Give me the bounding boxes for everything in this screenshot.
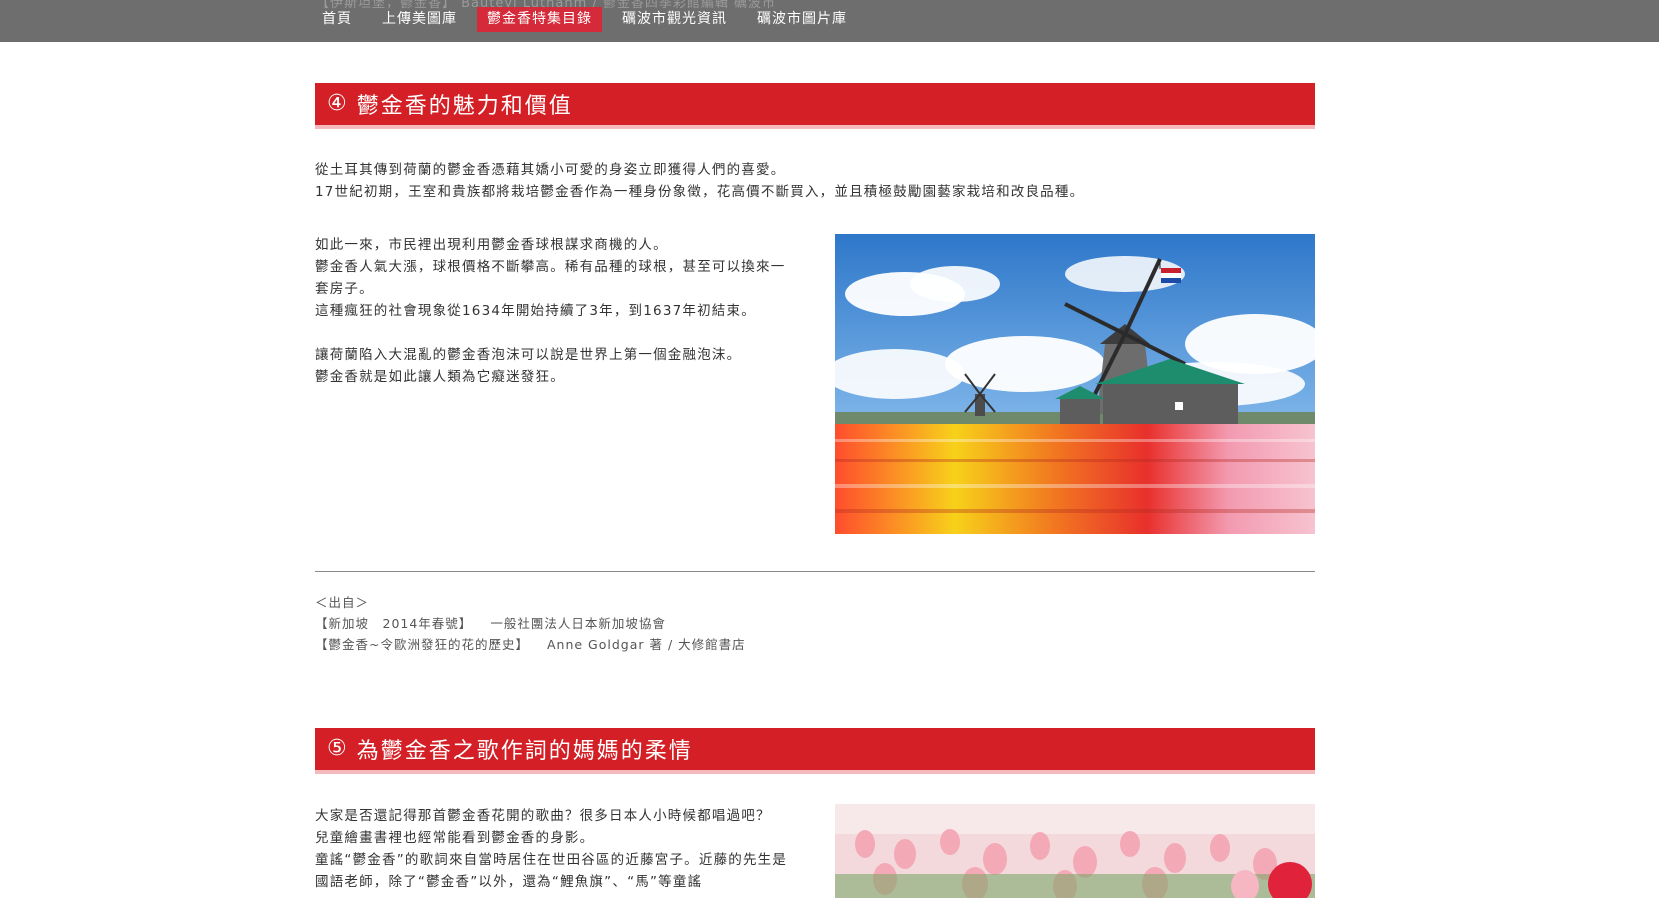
section-number: ④ <box>327 91 347 116</box>
nav-item-tulip-feature-index[interactable]: 鬱金香特集目錄 <box>477 7 602 32</box>
source-book: 【新加坡 2014年春號】 <box>315 616 473 631</box>
paragraph-line: 17世紀初期，王室和貴族都將栽培鬱金香作為一種身份象徵，花高價不斷買入，並且積極… <box>315 184 1085 200</box>
section-5-body: 大家是否還記得那首鬱金香花開的歌曲？很多日本人小時候都唱過吧？ 兒童繪畫書裡也經… <box>315 805 790 893</box>
nav-item-photo-library[interactable]: 礪波市圖片庫 <box>747 7 857 32</box>
section-title: 鬱金香的魅力和價值 <box>356 94 573 119</box>
section-title: 為鬱金香之歌作詞的媽媽的柔情 <box>356 739 693 764</box>
source-publisher: 一般社團法人日本新加坡協會 <box>490 616 666 631</box>
paragraph-line: 兒童繪畫書裡也經常能看到鬱金香的身影。 <box>315 830 595 846</box>
nav-item-tourism-info[interactable]: 礪波市觀光資訊 <box>612 7 737 32</box>
source-book: 【鬱金香~令歐洲發狂的花的歷史】 <box>315 637 529 652</box>
main-nav: 首頁 上傳美圖庫 鬱金香特集目錄 礪波市觀光資訊 礪波市圖片庫 <box>312 7 867 32</box>
paragraph-line: 如此一來，市民裡出現利用鬱金香球根謀求商機的人。 <box>315 237 668 253</box>
section-number: ⑤ <box>327 736 347 761</box>
sources-block: ＜出自＞ 【新加坡 2014年春號】 一般社團法人日本新加坡協會 【鬱金香~令歐洲… <box>315 592 746 655</box>
section-4-body: 如此一來，市民裡出現利用鬱金香球根謀求商機的人。 鬱金香人氣大漲，球根價格不斷攀… <box>315 234 790 388</box>
paragraph-line: 從土耳其傳到荷蘭的鬱金香憑藉其嬌小可愛的身姿立即獲得人們的喜愛。 <box>315 162 786 178</box>
section-divider <box>315 571 1315 572</box>
sources-heading: ＜出自＞ <box>315 595 370 610</box>
paragraph-line: 童謠“鬱金香”的歌詞來自當時居住在世田谷區的近藤宮子。近藤的先生是國語老師，除了… <box>315 852 788 890</box>
section-4-intro: 從土耳其傳到荷蘭的鬱金香憑藉其嬌小可愛的身姿立即獲得人們的喜愛。 17世紀初期，… <box>315 159 1084 203</box>
windmill-tulip-field-photo <box>835 234 1315 534</box>
paragraph-line: 這種瘋狂的社會現象從1634年開始持續了3年，到1637年初結束。 <box>315 303 756 319</box>
nav-item-gallery-upload[interactable]: 上傳美圖庫 <box>372 7 467 32</box>
paragraph-line <box>315 322 790 344</box>
windmill-tulip-field-illustration <box>835 234 1315 534</box>
paragraph-line: 鬱金香人氣大漲，球根價格不斷攀高。稀有品種的球根，甚至可以換來一套房子。 <box>315 259 786 297</box>
source-publisher: Anne Goldgar 著 / 大修館書店 <box>546 637 746 652</box>
section-4-header: ④ 鬱金香的魅力和價值 <box>315 83 1315 129</box>
nav-item-home[interactable]: 首頁 <box>312 7 362 32</box>
paragraph-line: 讓荷蘭陷入大混亂的鬱金香泡沫可以說是世界上第一個金融泡沫。 <box>315 347 742 363</box>
source-line: 【鬱金香~令歐洲發狂的花的歷史】 Anne Goldgar 著 / 大修館書店 <box>315 634 746 655</box>
paragraph-line: 大家是否還記得那首鬱金香花開的歌曲？很多日本人小時候都唱過吧？ <box>315 808 771 824</box>
source-line: 【新加坡 2014年春號】 一般社團法人日本新加坡協會 <box>315 613 746 634</box>
pink-tulips-photo <box>835 804 1315 898</box>
top-nav-bar: 【伊斯坦堡，鬱金香】 Bauteyl Luthanm / 鬱金香四季彩館編輯 礪… <box>0 0 1659 42</box>
pink-tulips-illustration <box>835 804 1315 898</box>
paragraph-line: 鬱金香就是如此讓人類為它癡迷發狂。 <box>315 369 565 385</box>
section-5-header: ⑤ 為鬱金香之歌作詞的媽媽的柔情 <box>315 728 1315 774</box>
